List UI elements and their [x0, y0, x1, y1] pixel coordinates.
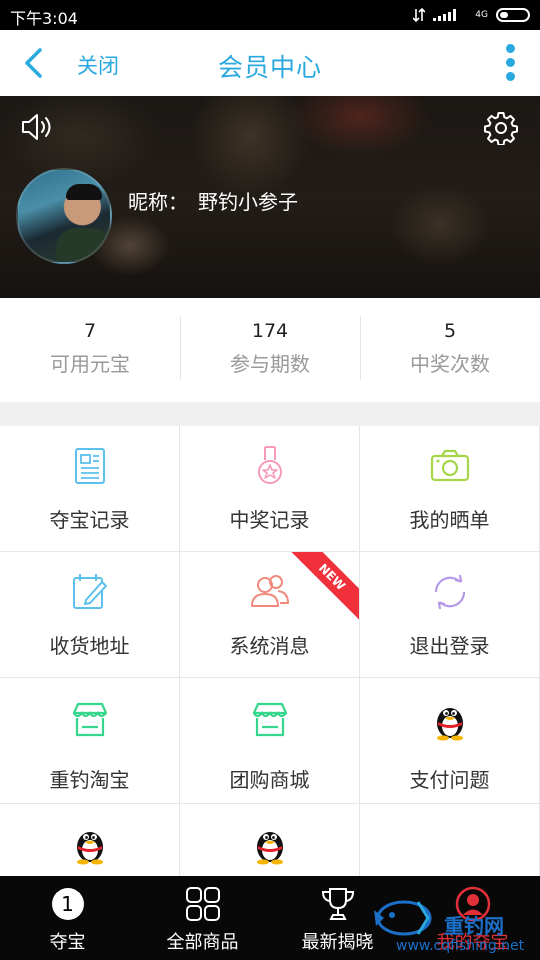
qq-icon	[436, 708, 463, 741]
fish-logo-icon	[374, 900, 432, 936]
nickname-value: 野钓小参子	[198, 190, 298, 214]
edit-calendar-icon	[72, 574, 107, 609]
medal-icon	[257, 446, 282, 484]
grid-item-shipping-address[interactable]: 收货地址	[0, 552, 179, 677]
gear-icon[interactable]	[484, 111, 518, 145]
grid-item-treasure-records[interactable]: 夺宝记录	[0, 426, 179, 551]
grid-item-my-shares[interactable]: 我的晒单	[360, 426, 539, 551]
grid-item-system-messages[interactable]: NEW 系统消息	[180, 552, 359, 677]
battery-icon	[496, 8, 530, 22]
stat-wins[interactable]: 5 中奖次数	[360, 298, 540, 402]
watermark-url: www.cqfishing.net	[396, 938, 525, 954]
nickname: 昵称： 野钓小参子	[128, 186, 298, 215]
speaker-icon[interactable]	[20, 112, 56, 142]
more-options-icon[interactable]	[504, 44, 516, 84]
stat-participation[interactable]: 174 参与期数	[180, 298, 360, 402]
stat-label: 参与期数	[230, 352, 310, 376]
site-watermark: 重钓网 www.cqfishing.net	[374, 880, 534, 956]
stat-value: 7	[83, 320, 97, 342]
grid-icon	[185, 887, 220, 921]
stat-value: 5	[443, 320, 457, 342]
grid-item-group-buy-mall[interactable]: 团购商城	[180, 678, 359, 803]
trophy-icon	[321, 888, 354, 920]
grid-item-win-records[interactable]: 中奖记录	[180, 426, 359, 551]
grid-item-taobao-store[interactable]: 重钓淘宝	[0, 678, 179, 803]
nav-label: 全部商品	[166, 932, 239, 953]
avatar-shirt	[56, 228, 110, 262]
number-one-icon: 1	[51, 888, 84, 920]
profile-banner: 昵称： 野钓小参子	[0, 96, 540, 298]
grid-item-label: 收货地址	[49, 634, 130, 658]
signal-icon	[433, 9, 467, 21]
nav-tab-treasure[interactable]: 1 夺宝	[0, 876, 135, 960]
watermark-title: 重钓网	[444, 914, 504, 938]
grid-item-label: 重钓淘宝	[49, 768, 130, 792]
back-arrow-icon[interactable]	[20, 48, 50, 78]
feature-grid: 夺宝记录 中奖记录 我的晒单 收货地址 NEW 系统消息 退出登录 重钓淘宝 团…	[0, 426, 540, 929]
stat-available-ingots[interactable]: 7 可用元宝	[0, 298, 180, 402]
close-button[interactable]: 关闭	[77, 50, 119, 80]
avatar-hair	[66, 184, 102, 200]
camera-icon	[430, 449, 469, 482]
nav-tab-all-products[interactable]: 全部商品	[135, 876, 270, 960]
status-time: 下午3:04	[10, 9, 78, 28]
stat-label: 中奖次数	[410, 352, 490, 376]
grid-item-logout[interactable]: 退出登录	[360, 552, 539, 677]
grid-item-label: 中奖记录	[229, 508, 310, 532]
grid-item-label: 支付问题	[409, 768, 490, 792]
grid-item-label: 团购商城	[229, 768, 310, 792]
nickname-label: 昵称：	[128, 190, 188, 214]
document-icon	[74, 448, 105, 484]
grid-item-label: 夺宝记录	[49, 508, 130, 532]
shop-icon	[252, 702, 287, 737]
status-indicators: 4G	[413, 7, 530, 23]
title-bar: 关闭 会员中心	[0, 30, 540, 96]
shop-icon	[72, 702, 107, 737]
stat-label: 可用元宝	[50, 352, 130, 376]
grid-item-label: 系统消息	[229, 634, 310, 658]
stat-value: 174	[251, 320, 289, 342]
users-icon	[250, 575, 289, 607]
status-bar: 下午3:04 4G	[0, 0, 540, 30]
qq-icon	[76, 832, 103, 865]
qq-icon	[256, 832, 283, 865]
new-badge: NEW	[285, 552, 359, 624]
avatar[interactable]	[16, 168, 112, 264]
refresh-icon	[434, 574, 465, 610]
grid-item-label: 我的晒单	[409, 508, 490, 532]
network-label: 4G	[475, 10, 488, 20]
grid-item-label: 退出登录	[409, 634, 490, 658]
grid-item-payment-issues[interactable]: 支付问题	[360, 678, 539, 803]
data-transfer-icon	[413, 8, 426, 22]
nav-label: 夺宝	[49, 932, 86, 953]
stats-row: 7 可用元宝 174 参与期数 5 中奖次数	[0, 298, 540, 402]
